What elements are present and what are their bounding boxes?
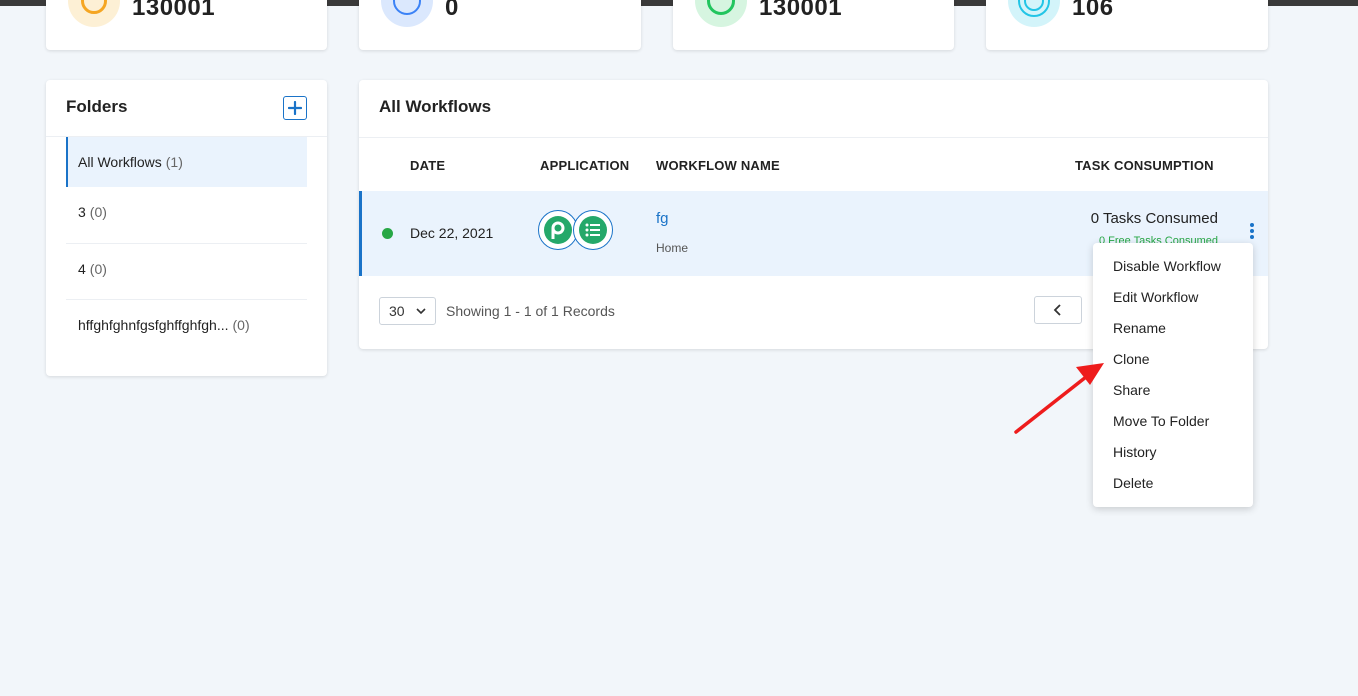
folder-count: (0) [89, 261, 107, 277]
column-header-date[interactable]: DATE [410, 158, 445, 173]
stat-card-2: 0 [359, 0, 641, 50]
folder-item-all-workflows[interactable]: All Workflows (1) [66, 137, 307, 187]
active-status-dot [382, 228, 393, 239]
menu-item-delete[interactable]: Delete [1093, 468, 1253, 499]
menu-item-clone[interactable]: Clone [1093, 344, 1253, 375]
menu-item-share[interactable]: Share [1093, 375, 1253, 406]
menu-item-history[interactable]: History [1093, 437, 1253, 468]
pipedrive-app-icon [538, 210, 578, 250]
workflows-header: All Workflows [359, 80, 1268, 138]
folder-count: (0) [232, 317, 250, 333]
workflow-actions-menu: Disable Workflow Edit Workflow Rename Cl… [1093, 243, 1253, 507]
workflows-title: All Workflows [379, 97, 492, 116]
workflow-date: Dec 22, 2021 [410, 225, 494, 241]
spiral-icon [1008, 0, 1060, 27]
per-page-select[interactable]: 30 [379, 297, 436, 325]
menu-item-move-to-folder[interactable]: Move To Folder [1093, 406, 1253, 437]
plus-icon [288, 101, 302, 115]
more-options-icon[interactable] [1248, 223, 1256, 243]
circle-icon [381, 0, 433, 27]
folder-count: (1) [165, 154, 183, 170]
folder-name: hffghfghnfgsfghffghfgh... [78, 317, 229, 333]
per-page-value: 30 [389, 303, 405, 319]
stat-value: 130001 [759, 0, 843, 21]
chevron-down-icon [416, 308, 426, 315]
menu-item-rename[interactable]: Rename [1093, 313, 1253, 344]
stat-card-1: 130001 [46, 0, 327, 50]
stat-card-3: 130001 [673, 0, 954, 50]
workflow-folder: Home [656, 241, 689, 255]
folders-title: Folders [66, 97, 128, 116]
records-summary: Showing 1 - 1 of 1 Records [446, 303, 615, 319]
list-app-icon [573, 210, 613, 250]
folder-name: 4 [78, 261, 86, 277]
column-header-application[interactable]: APPLICATION [540, 158, 629, 173]
stat-card-4: 106 [986, 0, 1268, 50]
folder-count: (0) [89, 204, 107, 220]
tasks-consumed: 0 Tasks Consumed [1090, 210, 1218, 227]
stat-value: 106 [1072, 0, 1114, 21]
gear-icon [68, 0, 120, 27]
menu-item-disable-workflow[interactable]: Disable Workflow [1093, 251, 1253, 282]
folder-item-3[interactable]: 3 (0) [66, 187, 307, 237]
check-icon [695, 0, 747, 27]
column-header-task-consumption[interactable]: TASK CONSUMPTION [1075, 158, 1214, 173]
stat-value: 130001 [132, 0, 216, 21]
folder-item-long-name[interactable]: hffghfghnfgsfghffghfgh... (0) [66, 300, 307, 350]
folders-header: Folders [46, 80, 327, 137]
column-header-workflow-name[interactable]: WORKFLOW NAME [656, 158, 780, 173]
folder-item-4[interactable]: 4 (0) [66, 244, 307, 294]
previous-page-button[interactable] [1034, 296, 1082, 324]
menu-item-edit-workflow[interactable]: Edit Workflow [1093, 282, 1253, 313]
chevron-left-icon [1053, 304, 1061, 316]
folder-name: All Workflows [78, 154, 162, 170]
add-folder-button[interactable] [283, 96, 307, 120]
stat-value: 0 [445, 0, 459, 21]
folder-name: 3 [78, 204, 86, 220]
workflow-name-link[interactable]: fg [656, 210, 669, 227]
folders-panel: Folders All Workflows (1) 3 (0) 4 (0) hf… [46, 80, 327, 376]
